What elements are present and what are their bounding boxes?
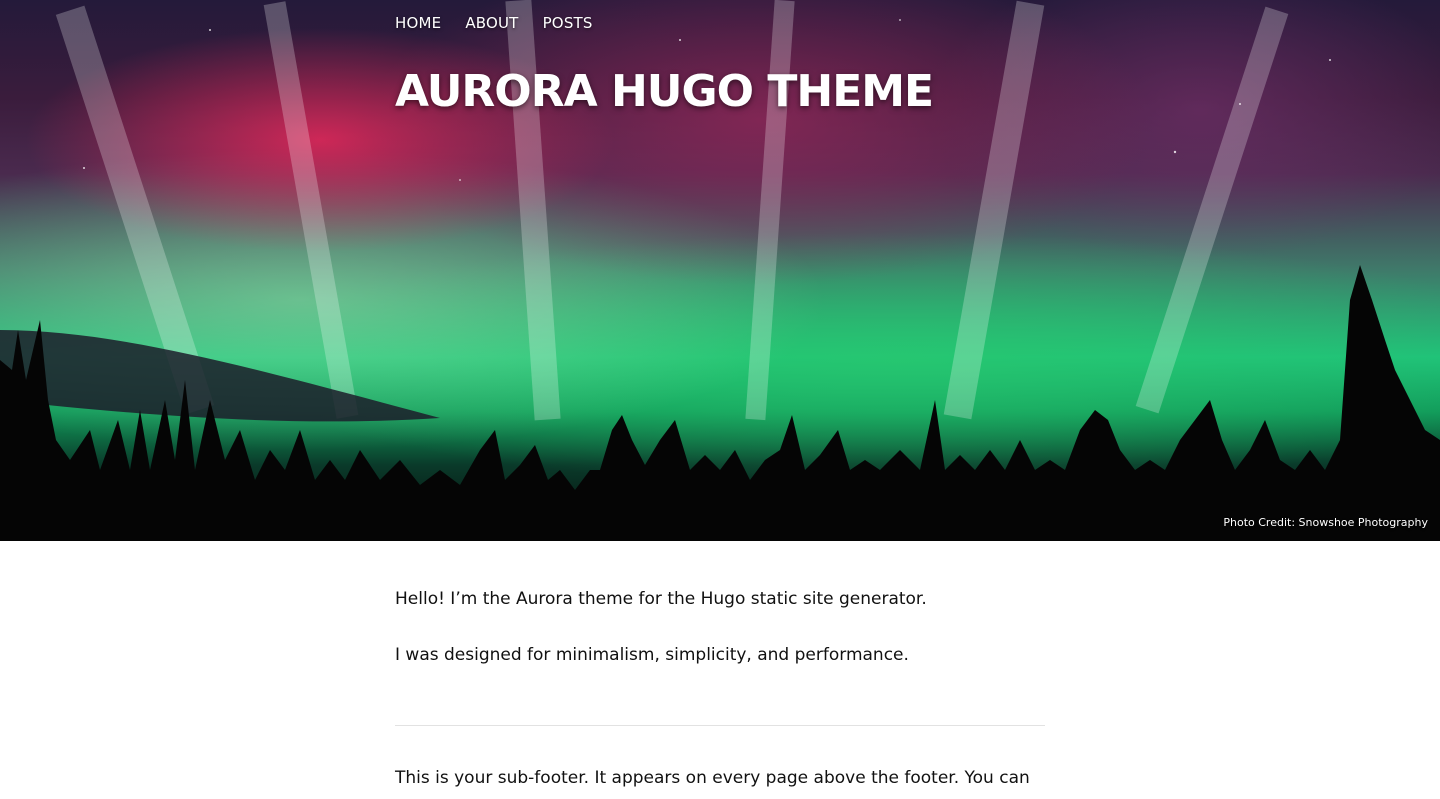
photo-credit: Photo Credit: Snowshoe Photography xyxy=(1223,516,1428,529)
hero-banner: HOME ABOUT POSTS AURORA HUGO THEME Photo… xyxy=(0,0,1440,541)
intro-text: Hello! I’m the Aurora theme for the Hugo… xyxy=(395,589,927,609)
design-note-text: I was designed for minimalism, simplicit… xyxy=(395,645,909,665)
site-title: AURORA HUGO THEME xyxy=(395,66,934,117)
sub-footer-text: This is your sub-footer. It appears on e… xyxy=(395,768,1030,788)
nav-about-link[interactable]: ABOUT xyxy=(465,14,518,32)
nav-posts-link[interactable]: POSTS xyxy=(543,14,593,32)
content-divider xyxy=(395,725,1045,726)
main-nav: HOME ABOUT POSTS xyxy=(395,14,593,32)
nav-home-link[interactable]: HOME xyxy=(395,14,441,32)
